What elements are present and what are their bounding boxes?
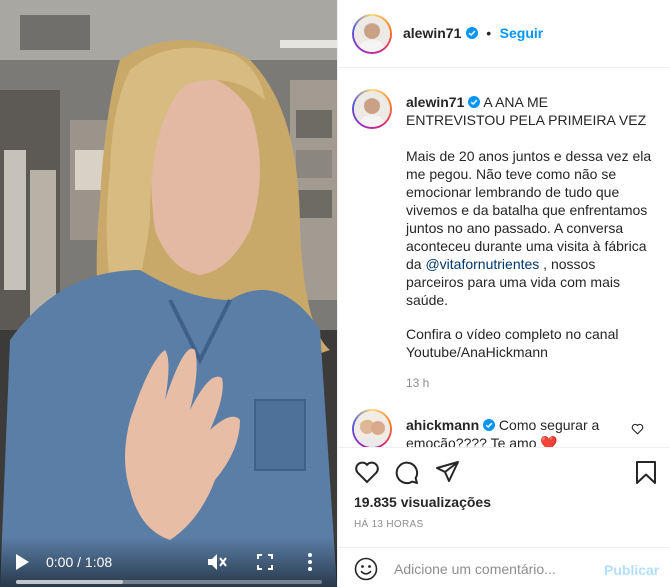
video-frame <box>0 0 337 587</box>
more-icon[interactable] <box>306 552 314 572</box>
share-icon[interactable] <box>435 460 460 484</box>
video-progress-bar[interactable] <box>16 580 322 584</box>
caption-author-username[interactable]: alewin71 <box>406 94 464 110</box>
fullscreen-icon[interactable] <box>257 554 273 570</box>
avatar-photo <box>354 91 390 127</box>
comment-avatar[interactable] <box>352 409 392 447</box>
publish-button[interactable]: Publicar <box>604 562 659 578</box>
avatar[interactable] <box>352 14 392 54</box>
emoji-icon[interactable] <box>354 557 378 581</box>
video-controls: 0:00 / 1:08 <box>0 537 337 587</box>
caption-avatar[interactable] <box>352 89 392 129</box>
mention-link[interactable]: @vitafornutrientes <box>425 256 539 272</box>
play-icon[interactable] <box>14 553 30 571</box>
caption-cta: Confira o vídeo completo no canal Youtub… <box>406 326 619 360</box>
caption-body-text: Mais de 20 anos juntos e dessa vez ela m… <box>406 148 652 272</box>
separator: • <box>486 25 492 41</box>
heart-icon[interactable] <box>354 460 380 484</box>
caption-header: alewin71 A ANA ME ENTREVISTOU PELA PRIME… <box>406 93 651 129</box>
video-time: 0:00 / 1:08 <box>46 554 113 570</box>
verified-icon <box>483 419 496 431</box>
comment: ahickmann Como segurar a emoção???? Te a… <box>406 416 636 447</box>
comment-icon[interactable] <box>394 460 419 485</box>
post-header: alewin71 • Seguir <box>338 0 670 68</box>
views-count[interactable]: 19.835 visualizações <box>354 494 491 510</box>
avatar-photo <box>354 411 390 447</box>
mute-icon[interactable] <box>207 553 227 571</box>
video-player[interactable]: 0:00 / 1:08 <box>0 0 337 587</box>
comment-input[interactable] <box>394 558 594 580</box>
verified-icon <box>465 27 478 39</box>
post-actions: 19.835 visualizações HÁ 13 HORAS <box>338 447 670 547</box>
avatar-photo <box>354 16 390 52</box>
bookmark-icon[interactable] <box>635 460 657 485</box>
caption-body: Mais de 20 anos juntos e dessa vez ela m… <box>406 147 656 309</box>
add-comment-bar: Publicar <box>338 547 670 587</box>
video-buffered-fill <box>16 580 124 584</box>
follow-button[interactable]: Seguir <box>500 25 544 41</box>
comment-author-username[interactable]: ahickmann <box>406 417 479 433</box>
caption-age: 13 h <box>406 376 430 390</box>
post-author-username[interactable]: alewin71 <box>403 25 461 41</box>
comments-area[interactable]: alewin71 A ANA ME ENTREVISTOU PELA PRIME… <box>338 69 670 447</box>
posted-time[interactable]: HÁ 13 HORAS <box>354 519 423 530</box>
comment-like-heart-icon[interactable] <box>631 423 644 435</box>
verified-icon <box>468 96 481 108</box>
post-panel: alewin71 • Seguir alewin71 A ANA ME ENTR… <box>337 0 670 587</box>
